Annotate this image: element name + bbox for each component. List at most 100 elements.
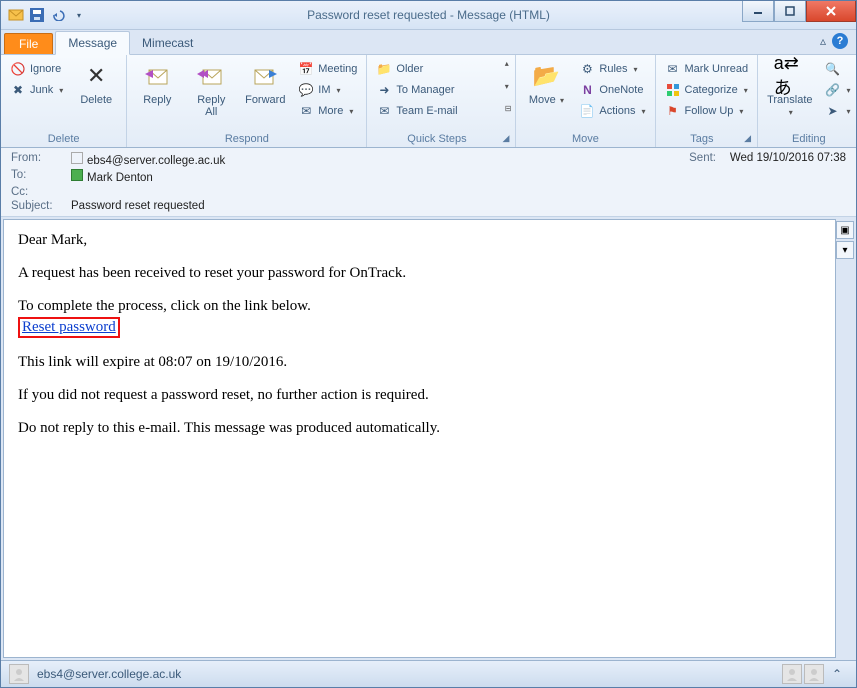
junk-icon: ✖ xyxy=(10,82,26,98)
categorize-label: Categorize xyxy=(685,84,738,96)
body-greeting: Dear Mark, xyxy=(18,232,821,249)
im-label: IM xyxy=(318,84,330,96)
qs-down-icon[interactable]: ▾ xyxy=(505,82,512,91)
meeting-icon: 📅 xyxy=(298,61,314,77)
im-icon: 💬 xyxy=(298,82,314,98)
related-button[interactable]: 🔗▾ xyxy=(820,80,856,100)
categorize-button[interactable]: Categorize▾ xyxy=(660,80,754,100)
prev-item-icon[interactable]: ▣ xyxy=(836,221,854,239)
delete-button[interactable]: ✕ Delete xyxy=(70,57,122,109)
to-label: To: xyxy=(11,169,71,184)
followup-button[interactable]: ⚑Follow Up▾ xyxy=(660,101,754,121)
ribbon-minimize-icon[interactable]: ▵ xyxy=(820,34,826,48)
presence-icon-to xyxy=(71,169,83,181)
message-tab[interactable]: Message xyxy=(55,31,130,55)
minimize-button[interactable] xyxy=(742,1,774,22)
undo-icon[interactable] xyxy=(49,6,67,24)
group-delete: 🚫 Ignore ✖Junk▾ ✕ Delete Delete xyxy=(1,55,127,147)
close-button[interactable] xyxy=(806,1,856,22)
delete-label: Delete xyxy=(80,94,112,106)
qs-to-manager-button[interactable]: ➜ To Manager xyxy=(371,80,500,100)
message-headers: From: ebs4@server.college.ac.uk Sent: We… xyxy=(1,148,856,217)
window-controls xyxy=(742,1,856,21)
qs-team-email-label: Team E-mail xyxy=(396,105,457,117)
group-respond: Reply Reply All Forward 📅Meeting 💬IM▾ ✉M… xyxy=(127,55,367,147)
qs-to-manager-label: To Manager xyxy=(396,84,454,96)
junk-button[interactable]: ✖Junk▾ xyxy=(5,80,68,100)
qs-team-email-button[interactable]: ✉ Team E-mail xyxy=(371,101,500,121)
qs-more-icon[interactable]: ⊟ xyxy=(505,104,512,113)
group-delete-label: Delete xyxy=(48,133,80,145)
presence-icon xyxy=(71,152,83,164)
people-pane-toggle[interactable]: ⌃ xyxy=(826,667,848,681)
group-move: 📂Move ▾ ⚙Rules▾ NOneNote 📄Actions▾ Move xyxy=(516,55,655,147)
sent-label: Sent: xyxy=(676,152,716,167)
select-icon: ➤ xyxy=(825,103,841,119)
forward-icon xyxy=(249,60,281,92)
actions-button[interactable]: 📄Actions▾ xyxy=(574,101,650,121)
onenote-button[interactable]: NOneNote xyxy=(574,80,650,100)
im-button[interactable]: 💬IM▾ xyxy=(293,80,362,100)
forward-label: Forward xyxy=(245,94,285,106)
quick-steps-launcher[interactable]: ◢ xyxy=(502,133,511,144)
help-icon[interactable]: ? xyxy=(832,33,848,49)
maximize-button[interactable] xyxy=(774,1,806,22)
ignore-button[interactable]: 🚫 Ignore xyxy=(5,59,68,79)
reset-password-link[interactable]: Reset password xyxy=(18,317,120,338)
reply-button[interactable]: Reply xyxy=(131,57,183,109)
to-manager-icon: ➜ xyxy=(376,82,392,98)
tags-launcher[interactable]: ◢ xyxy=(744,133,753,144)
find-button[interactable]: 🔍 xyxy=(820,59,856,79)
next-item-icon[interactable]: ▾ xyxy=(836,241,854,259)
group-editing: a⇄あTranslate ▾ 🔍 🔗▾ ➤▾ Editing xyxy=(758,55,857,147)
rules-icon: ⚙ xyxy=(579,61,595,77)
select-button[interactable]: ➤▾ xyxy=(820,101,856,121)
rules-button[interactable]: ⚙Rules▾ xyxy=(574,59,650,79)
body-side-tools: ▣ ▾ xyxy=(836,219,854,658)
move-icon: 📂 xyxy=(530,60,562,92)
to-value: Mark Denton xyxy=(87,172,153,184)
mimecast-tab[interactable]: Mimecast xyxy=(130,32,205,54)
translate-button[interactable]: a⇄あTranslate ▾ xyxy=(762,57,817,122)
group-tags: ✉Mark Unread Categorize▾ ⚑Follow Up▾ Tag… xyxy=(656,55,759,147)
ribbon-tabs: File Message Mimecast ▵ ? xyxy=(1,30,856,55)
team-email-icon: ✉ xyxy=(376,103,392,119)
group-quick-label: Quick Steps xyxy=(407,133,466,145)
mark-unread-label: Mark Unread xyxy=(685,63,749,75)
ribbon: 🚫 Ignore ✖Junk▾ ✕ Delete Delete Reply Rep… xyxy=(1,55,856,148)
group-respond-label: Respond xyxy=(225,133,269,145)
people-pane-icon-2[interactable] xyxy=(804,664,824,684)
from-value: ebs4@server.college.ac.uk xyxy=(87,155,225,167)
onenote-label: OneNote xyxy=(599,84,643,96)
more-respond-button[interactable]: ✉More▾ xyxy=(293,101,362,121)
group-move-label: Move xyxy=(572,133,599,145)
qs-older-button[interactable]: 📁Older xyxy=(371,59,500,79)
followup-label: Follow Up xyxy=(685,105,734,117)
related-icon: 🔗 xyxy=(825,82,841,98)
file-tab[interactable]: File xyxy=(4,33,53,54)
reply-all-label: Reply All xyxy=(197,94,225,118)
reply-all-button[interactable]: Reply All xyxy=(185,57,237,121)
group-editing-label: Editing xyxy=(792,133,826,145)
translate-label: Translate xyxy=(767,94,812,106)
qs-up-icon[interactable]: ▴ xyxy=(505,59,512,68)
forward-button[interactable]: Forward xyxy=(239,57,291,109)
actions-icon: 📄 xyxy=(579,103,595,119)
ignore-label: Ignore xyxy=(30,63,61,75)
body-line6: Do not reply to this e-mail. This messag… xyxy=(18,420,821,437)
mark-unread-button[interactable]: ✉Mark Unread xyxy=(660,59,754,79)
categorize-icon xyxy=(665,82,681,98)
ignore-icon: 🚫 xyxy=(10,61,26,77)
cc-value xyxy=(71,186,846,198)
people-pane-icon-1[interactable] xyxy=(782,664,802,684)
avatar-icon xyxy=(9,664,29,684)
folder-icon: 📁 xyxy=(376,61,392,77)
outlook-message-window: ▾ Password reset requested - Message (HT… xyxy=(0,0,857,688)
move-button[interactable]: 📂Move ▾ xyxy=(520,57,572,110)
meeting-label: Meeting xyxy=(318,63,357,75)
save-icon[interactable] xyxy=(28,6,46,24)
app-icon[interactable] xyxy=(7,6,25,24)
group-tags-label: Tags xyxy=(690,133,713,145)
qat-dropdown-icon[interactable]: ▾ xyxy=(70,6,88,24)
meeting-button[interactable]: 📅 Meeting xyxy=(293,59,362,79)
